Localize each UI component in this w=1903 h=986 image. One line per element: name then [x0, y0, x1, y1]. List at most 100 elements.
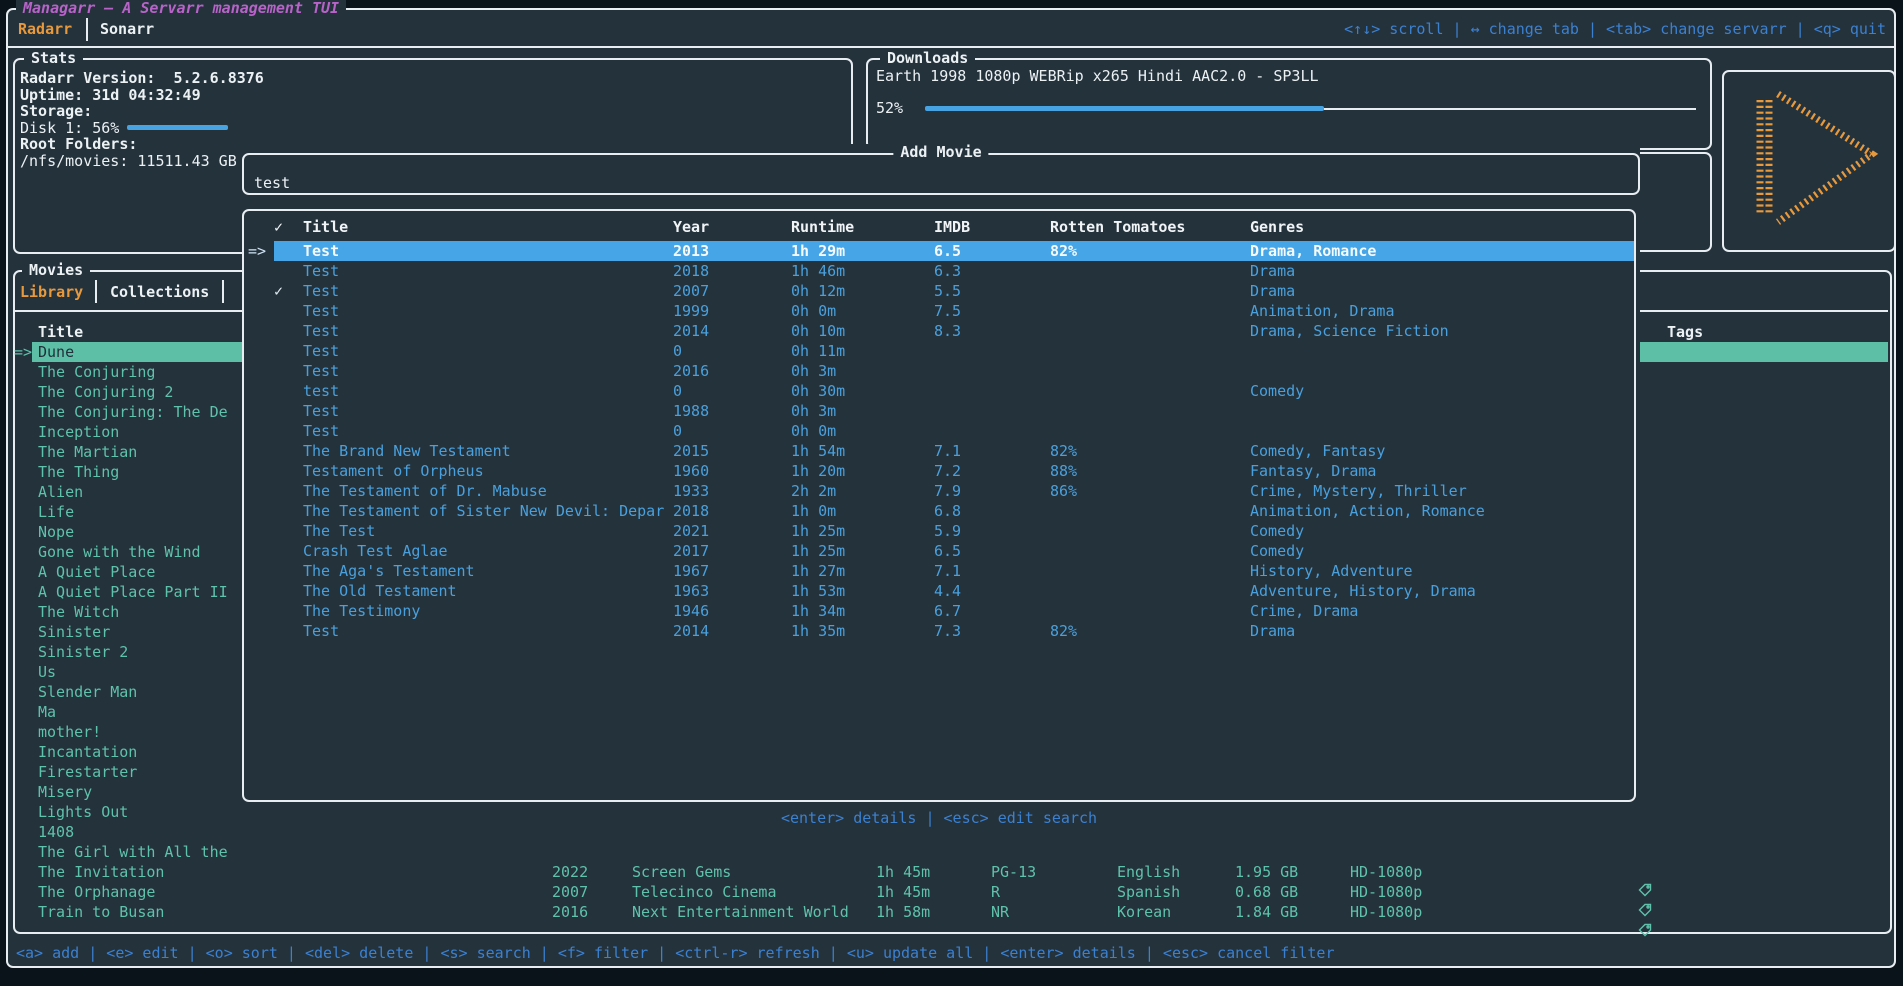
- cell-runtime: 0h 11m: [791, 341, 934, 361]
- cell-runtime: 1h 34m: [791, 601, 934, 621]
- cell-title: Test: [303, 301, 673, 321]
- search-result-row[interactable]: ✓ Test 2007 0h 12m 5.5 Drama: [244, 281, 1634, 301]
- library-tab-separator: [95, 280, 97, 303]
- tab-radarr[interactable]: Radarr: [18, 19, 72, 39]
- selection-marker: [244, 541, 274, 561]
- search-result-row[interactable]: The Testament of Sister New Devil: Depar…: [244, 501, 1634, 521]
- cell-year: 0: [673, 341, 791, 361]
- library-table-row[interactable]: 2022 Screen Gems 1h 45m PG-13 English 1.…: [0, 862, 1903, 882]
- cell-year: 2015: [673, 441, 791, 461]
- cell-size: 0.68 GB: [1235, 882, 1298, 902]
- cell-imdb: [934, 341, 1050, 361]
- header-rotten-tomatoes: Rotten Tomatoes: [1050, 217, 1250, 237]
- cell-title: Test: [303, 321, 673, 341]
- cell-imdb: 8.3: [934, 321, 1050, 341]
- cell-studio: Telecinco Cinema: [632, 882, 777, 902]
- cell-imdb: 5.5: [934, 281, 1050, 301]
- selection-marker: [244, 461, 274, 481]
- cell-rotten-tomatoes: [1050, 521, 1250, 541]
- tab-sonarr[interactable]: Sonarr: [100, 19, 154, 39]
- search-results-header: ✓ Title Year Runtime IMDB Rotten Tomatoe…: [244, 217, 1634, 237]
- cell-imdb: [934, 401, 1050, 421]
- monitored-checkmark: [274, 501, 303, 521]
- selection-marker: [244, 621, 274, 641]
- cell-genres: Animation, Action, Romance: [1250, 501, 1634, 521]
- search-result-row[interactable]: The Aga's Testament 1967 1h 27m 7.1 Hist…: [244, 561, 1634, 581]
- cell-imdb: 7.3: [934, 621, 1050, 641]
- cell-imdb: 6.5: [934, 541, 1050, 561]
- search-result-row[interactable]: Test 0 0h 0m: [244, 421, 1634, 441]
- search-result-row[interactable]: The Test 2021 1h 25m 5.9 Comedy: [244, 521, 1634, 541]
- cell-title: Crash Test Aglae: [303, 541, 673, 561]
- search-result-row[interactable]: Test 2014 0h 10m 8.3 Drama, Science Fict…: [244, 321, 1634, 341]
- cell-runtime: 1h 35m: [791, 621, 934, 641]
- search-result-row[interactable]: Test 1988 0h 3m: [244, 401, 1634, 421]
- cell-year: 2016: [673, 361, 791, 381]
- search-result-row[interactable]: The Testament of Dr. Mabuse 1933 2h 2m 7…: [244, 481, 1634, 501]
- search-result-row[interactable]: The Old Testament 1963 1h 53m 4.4 Advent…: [244, 581, 1634, 601]
- search-result-row[interactable]: Testament of Orpheus 1960 1h 20m 7.2 88%…: [244, 461, 1634, 481]
- cell-year: 0: [673, 421, 791, 441]
- search-result-row[interactable]: Test 1999 0h 0m 7.5 Animation, Drama: [244, 301, 1634, 321]
- cell-runtime: 0h 3m: [791, 401, 934, 421]
- tag-icon: [1548, 882, 1652, 902]
- monitored-checkmark: [274, 601, 303, 621]
- selection-marker: [244, 341, 274, 361]
- search-result-row[interactable]: test 0 0h 30m Comedy: [244, 381, 1634, 401]
- bottom-keybind-hints: <a> add | <e> edit | <o> sort | <del> de…: [16, 944, 1335, 962]
- download-percent-label: 52%: [876, 100, 903, 117]
- library-visible-rows: 2022 Screen Gems 1h 45m PG-13 English 1.…: [0, 862, 1903, 922]
- search-result-row[interactable]: Crash Test Aglae 2017 1h 25m 6.5 Comedy: [244, 541, 1634, 561]
- search-result-row[interactable]: Test 2014 1h 35m 7.3 82% Drama: [244, 621, 1634, 641]
- cell-title: The Brand New Testament: [303, 441, 673, 461]
- search-result-row[interactable]: Test 2018 1h 46m 6.3 Drama: [244, 261, 1634, 281]
- search-result-row[interactable]: The Testimony 1946 1h 34m 6.7 Crime, Dra…: [244, 601, 1634, 621]
- cell-genres: Drama, Science Fiction: [1250, 321, 1634, 341]
- download-progress-gauge-rest: [1324, 108, 1696, 110]
- cell-runtime: 1h 25m: [791, 541, 934, 561]
- cell-imdb: 6.3: [934, 261, 1050, 281]
- cell-imdb: 6.7: [934, 601, 1050, 621]
- cell-runtime: 0h 30m: [791, 381, 934, 401]
- cell-rotten-tomatoes: [1050, 541, 1250, 561]
- library-table-row[interactable]: 2007 Telecinco Cinema 1h 45m R Spanish 0…: [0, 882, 1903, 902]
- library-table-row[interactable]: 2016 Next Entertainment World 1h 58m NR …: [0, 902, 1903, 922]
- cell-genres: History, Adventure: [1250, 561, 1634, 581]
- cell-imdb: 7.2: [934, 461, 1050, 481]
- cell-title: Test: [303, 281, 673, 301]
- selection-marker: [244, 321, 274, 341]
- cell-genres: Drama, Romance: [1250, 241, 1634, 261]
- monitored-checkmark: [274, 581, 303, 601]
- cell-year: 1963: [673, 581, 791, 601]
- cell-language: English: [1117, 862, 1180, 882]
- monitored-checkmark: [274, 321, 303, 341]
- cell-year: 2021: [673, 521, 791, 541]
- cell-year: 2013: [673, 241, 791, 261]
- selection-marker: [244, 501, 274, 521]
- monitored-checkmark: ✓: [274, 281, 303, 301]
- add-movie-search-input[interactable]: [252, 173, 1626, 193]
- cell-year: 0: [673, 381, 791, 401]
- monitored-checkmark: [274, 381, 303, 401]
- stats-disk-label: Disk 1: 56%: [20, 120, 264, 137]
- cell-imdb: 4.4: [934, 581, 1050, 601]
- cell-title: The Testimony: [303, 601, 673, 621]
- search-result-row[interactable]: => Test 2013 1h 29m 6.5 82% Drama, Roman…: [244, 241, 1634, 261]
- cell-title: test: [303, 381, 673, 401]
- search-result-row[interactable]: Test 2016 0h 3m: [244, 361, 1634, 381]
- cell-runtime: 1h 0m: [791, 501, 934, 521]
- cell-rotten-tomatoes: [1050, 581, 1250, 601]
- tab-library[interactable]: Library: [20, 282, 83, 302]
- search-result-row[interactable]: The Brand New Testament 2015 1h 54m 7.1 …: [244, 441, 1634, 461]
- tab-separator: [86, 18, 88, 41]
- monitored-checkmark: [274, 561, 303, 581]
- cell-genres: [1250, 401, 1634, 421]
- monitored-checkmark: [274, 541, 303, 561]
- cell-rotten-tomatoes: [1050, 561, 1250, 581]
- cell-imdb: 7.1: [934, 561, 1050, 581]
- search-result-row[interactable]: Test 0 0h 11m: [244, 341, 1634, 361]
- download-progress-gauge: [925, 106, 1324, 111]
- cell-title: Test: [303, 621, 673, 641]
- selection-marker: [244, 281, 274, 301]
- tab-collections[interactable]: Collections: [110, 282, 209, 302]
